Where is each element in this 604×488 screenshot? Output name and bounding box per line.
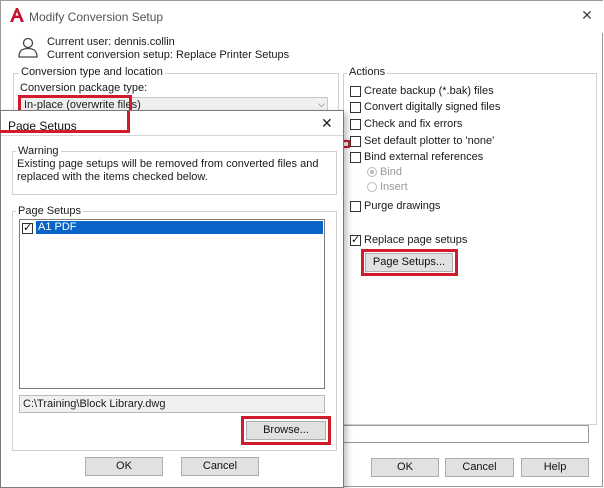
purge-label: Purge drawings bbox=[364, 200, 441, 213]
package-type-label: Conversion package type: bbox=[20, 82, 148, 94]
action-label: Set default plotter to 'none' bbox=[364, 135, 495, 148]
autocad-logo-icon bbox=[10, 8, 24, 22]
action-item[interactable]: Create backup (*.bak) files bbox=[350, 85, 494, 100]
actions-group-label: Actions bbox=[347, 66, 388, 78]
window-title: Modify Conversion Setup bbox=[29, 10, 164, 24]
replace-page-setups-label: Replace page setups bbox=[364, 234, 468, 247]
warning-label: Warning bbox=[16, 145, 61, 157]
action-item[interactable]: Check and fix errors bbox=[350, 118, 462, 133]
action-checkbox[interactable] bbox=[350, 135, 361, 147]
purge-checkbox[interactable] bbox=[350, 200, 361, 212]
bind-radio-label: Bind bbox=[380, 166, 403, 179]
title-bar[interactable]: Modify Conversion Setup ✕ bbox=[1, 1, 603, 33]
user-info: Current user: dennis.collin Current conv… bbox=[47, 36, 289, 62]
user-icon bbox=[18, 37, 38, 58]
action-item[interactable]: Convert digitally signed files bbox=[350, 101, 500, 116]
action-label: Create backup (*.bak) files bbox=[364, 85, 494, 98]
list-item[interactable]: A1 PDF bbox=[21, 221, 323, 234]
bind-radio-option[interactable]: Bind bbox=[367, 166, 402, 181]
close-icon[interactable]: ✕ bbox=[321, 115, 333, 132]
location-field[interactable] bbox=[343, 425, 589, 443]
insert-radio[interactable] bbox=[367, 182, 377, 193]
action-label: Check and fix errors bbox=[364, 118, 463, 131]
insert-radio-option[interactable]: Insert bbox=[367, 181, 408, 196]
replace-page-setups-item[interactable]: Replace page setups bbox=[350, 233, 468, 249]
ok-button[interactable]: OK bbox=[371, 458, 439, 477]
chevron-down-icon: ⌵ bbox=[318, 99, 325, 109]
action-item[interactable]: Set default plotter to 'none' bbox=[350, 135, 494, 150]
cancel-button[interactable]: Cancel bbox=[445, 458, 514, 477]
close-icon[interactable]: ✕ bbox=[579, 7, 595, 23]
title-divider bbox=[1, 135, 343, 136]
current-user-text: Current user: dennis.collin bbox=[47, 36, 175, 48]
insert-radio-label: Insert bbox=[380, 181, 408, 194]
action-item[interactable]: Bind external references bbox=[350, 151, 483, 166]
replace-page-setups-checkbox[interactable] bbox=[350, 233, 361, 246]
list-item-checkbox[interactable] bbox=[22, 221, 33, 234]
page-setups-highlight bbox=[361, 249, 458, 276]
page-setups-dialog: Page Setups ✕ Warning Existing page setu… bbox=[0, 110, 344, 488]
action-label: Convert digitally signed files bbox=[364, 101, 501, 114]
action-checkbox[interactable] bbox=[350, 118, 361, 130]
conversion-group-label: Conversion type and location bbox=[19, 66, 165, 78]
current-setup-text: Current conversion setup: Replace Printe… bbox=[47, 49, 290, 61]
browse-highlight bbox=[241, 416, 331, 445]
warning-text: Existing page setups will be removed fro… bbox=[17, 158, 319, 183]
help-button[interactable]: Help bbox=[521, 458, 589, 477]
file-path-field: C:\Training\Block Library.dwg bbox=[19, 395, 325, 413]
purge-item[interactable]: Purge drawings bbox=[350, 200, 440, 215]
bind-radio[interactable] bbox=[367, 167, 377, 178]
list-item-label: A1 PDF bbox=[36, 221, 323, 234]
dialog-ok-button[interactable]: OK bbox=[85, 457, 163, 476]
page-setups-list[interactable]: A1 PDF bbox=[19, 219, 325, 389]
action-checkbox[interactable] bbox=[350, 85, 361, 97]
dialog-title-highlight bbox=[0, 111, 130, 133]
page-setups-list-label: Page Setups bbox=[16, 205, 83, 217]
action-checkbox[interactable] bbox=[350, 101, 361, 113]
action-checkbox[interactable] bbox=[350, 151, 361, 163]
action-label: Bind external references bbox=[364, 151, 484, 164]
dialog-cancel-button[interactable]: Cancel bbox=[181, 457, 259, 476]
